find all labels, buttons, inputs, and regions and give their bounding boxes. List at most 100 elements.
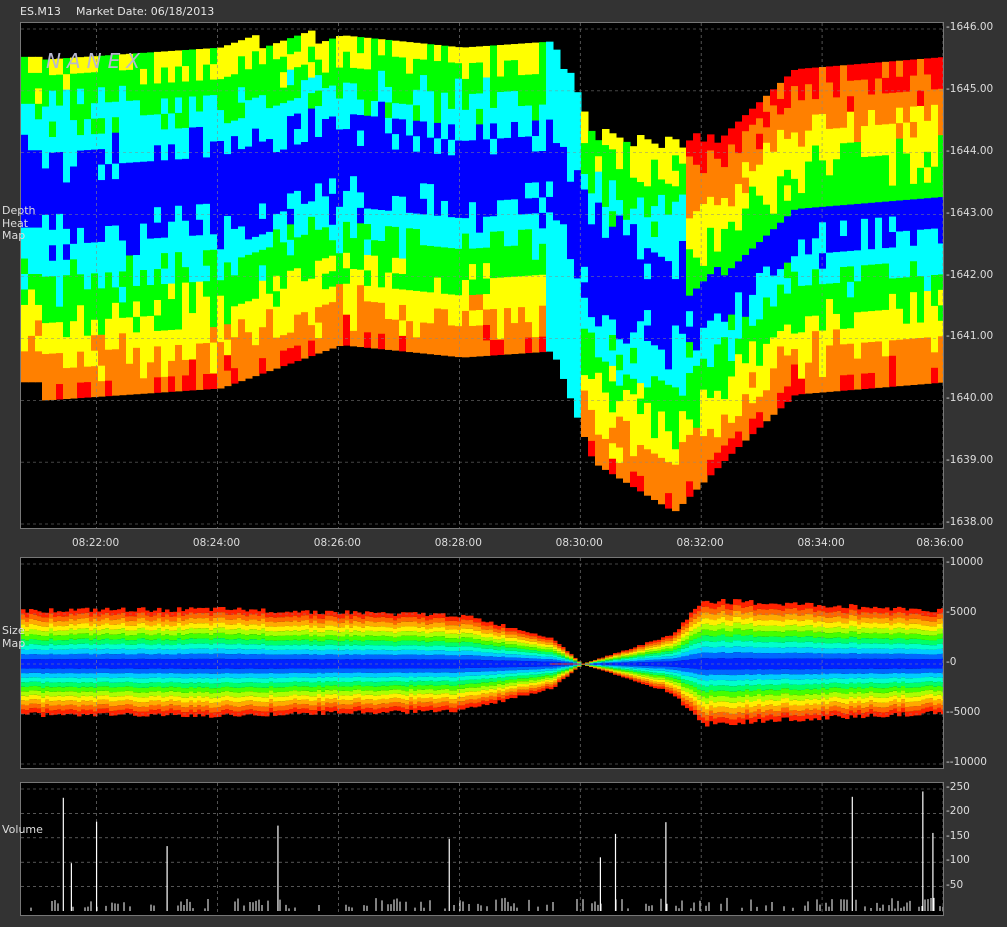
size-band-cell (373, 700, 378, 705)
heatmap-cell (679, 395, 687, 412)
heatmap-cell (294, 344, 302, 362)
heatmap-cell (427, 291, 435, 308)
heatmap-cell (588, 270, 596, 287)
heatmap-cell (728, 344, 736, 361)
size-band-cell (185, 624, 190, 630)
size-band-cell (273, 682, 278, 688)
heatmap-cell (105, 302, 113, 319)
size-band-cell (201, 697, 206, 703)
size-band-cell (153, 649, 158, 655)
size-band-cell (301, 649, 306, 655)
size-band-cell (197, 628, 202, 634)
heatmap-cell (637, 135, 645, 152)
heatmap-cell (49, 151, 57, 168)
heatmap-cell (791, 363, 799, 380)
heatmap-cell (406, 305, 414, 322)
size-band-cell (213, 664, 218, 669)
size-band-cell (125, 640, 130, 646)
heatmap-cell (399, 273, 407, 290)
heatmap-cell (280, 241, 288, 258)
heatmap-cell (630, 300, 638, 317)
size-band-cell (53, 649, 58, 655)
size-band-cell (89, 668, 94, 674)
heatmap-cell (56, 337, 64, 354)
heatmap-cell (728, 267, 736, 284)
heatmap-cell (112, 193, 120, 211)
heatmap-y-tick-label: -1646.00 (946, 21, 994, 33)
heatmap-cell (84, 180, 92, 197)
heatmap-cell (896, 339, 904, 356)
heatmap-cell (91, 133, 99, 150)
size-band-cell (277, 659, 282, 664)
heatmap-cell (763, 374, 771, 391)
heatmap-cell (630, 177, 638, 194)
size-band-cell (205, 700, 210, 706)
size-band-cell (389, 681, 394, 686)
heatmap-cell (231, 352, 239, 369)
size-band-cell (401, 635, 406, 641)
heatmap-cell (882, 247, 890, 264)
size-band-cell (317, 659, 322, 664)
size-band-cell (89, 691, 94, 696)
heatmap-cell (770, 336, 778, 353)
size-band-cell (361, 659, 366, 664)
heatmap-cell (735, 167, 743, 185)
heatmap-cell (637, 181, 645, 198)
heatmap-cell (917, 260, 925, 277)
size-band-cell (333, 706, 338, 711)
size-band-cell (389, 685, 394, 690)
size-band-cell (245, 616, 250, 621)
heatmap-cell (399, 165, 407, 182)
heatmap-cell (133, 208, 141, 225)
heatmap-cell (189, 157, 197, 174)
heatmap-cell (714, 189, 722, 206)
heatmap-cell (910, 167, 918, 184)
size-band-cell (345, 699, 350, 705)
size-band-cell (61, 696, 66, 702)
size-band-cell (317, 681, 322, 686)
size-band-cell (69, 664, 74, 669)
heatmap-cell (56, 306, 64, 323)
heatmap-cell (630, 208, 638, 225)
size-band-cell (109, 706, 114, 712)
heatmap-cell (378, 317, 386, 334)
heatmap-cell (203, 280, 211, 297)
size-band-cell (301, 703, 306, 709)
heatmap-cell (168, 221, 176, 238)
heatmap-cell (105, 70, 113, 87)
heatmap-cell (245, 362, 253, 379)
size-band-cell (301, 699, 306, 704)
size-band-cell (185, 649, 190, 655)
heatmap-cell (735, 198, 743, 215)
size-band-cell (137, 643, 142, 649)
heatmap-cell (462, 155, 470, 172)
size-band-cell (221, 622, 226, 628)
size-band-cell (189, 633, 194, 639)
heatmap-cell (399, 227, 407, 244)
heatmap-cell (245, 84, 253, 101)
size-band-cell (245, 664, 250, 669)
heatmap-cell (329, 332, 337, 349)
size-band-cell (161, 645, 166, 650)
size-band-cell (129, 686, 134, 692)
size-band-cell (349, 659, 354, 664)
heatmap-cell (714, 390, 722, 407)
heatmap-cell (140, 238, 148, 255)
heatmap-cell (77, 242, 85, 259)
heatmap-cell (651, 437, 659, 454)
size-band-cell (349, 641, 354, 646)
heatmap-cell (385, 271, 393, 289)
heatmap-cell (224, 76, 232, 93)
size-band-cell (313, 696, 318, 701)
heatmap-cell (161, 128, 169, 145)
size-band-cell (377, 664, 382, 669)
size-band-cell (293, 654, 298, 660)
heatmap-cell (910, 105, 918, 123)
size-band-cell (149, 673, 154, 678)
size-band-cell (77, 673, 82, 679)
heatmap-cell (770, 244, 778, 261)
heatmap-cell (651, 205, 659, 222)
heatmap-cell (140, 145, 148, 162)
heatmap-cell (546, 57, 554, 74)
size-band-cell (345, 615, 350, 621)
